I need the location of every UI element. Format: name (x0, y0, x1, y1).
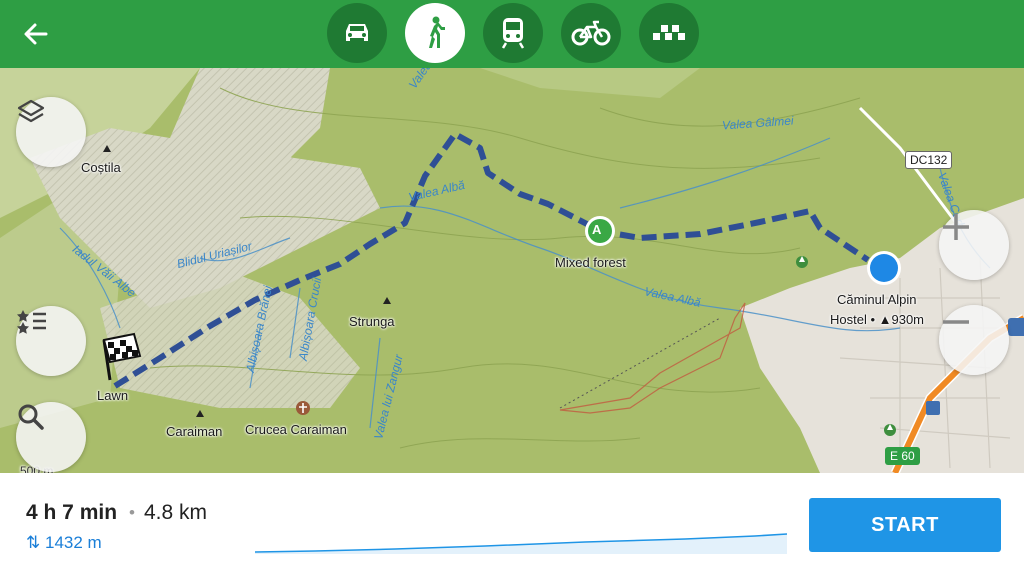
taxi-checkers-icon (653, 25, 685, 40)
start-navigation-button[interactable]: START (809, 498, 1001, 552)
route-elevation: ⇅ 1432 m (26, 533, 102, 553)
car-icon (346, 24, 368, 41)
map-layers-button[interactable] (16, 97, 86, 167)
arrow-left-icon (24, 23, 48, 45)
mode-walk-button[interactable] (405, 3, 465, 63)
map-view[interactable]: Coștila Strunga Caraiman Crucea Caraiman… (0, 68, 1024, 473)
bus-stop-icon (1008, 318, 1024, 336)
place-label-lawn: Lawn (97, 388, 129, 403)
walking-person-icon (429, 16, 445, 48)
map-canvas (0, 68, 1024, 473)
bicycle-icon (571, 20, 611, 46)
poi-list-button[interactable] (16, 306, 86, 376)
place-label-hostel-name: Căminul Alpin (837, 292, 917, 307)
layers-icon (17, 99, 45, 123)
zoom-in-button[interactable] (939, 210, 1009, 280)
waypoint-letter: A (592, 222, 602, 237)
transport-mode-bar (0, 0, 1024, 68)
back-button[interactable] (14, 14, 58, 54)
star-list-icon (17, 310, 46, 334)
route-duration: 4 h 7 min (26, 501, 118, 524)
road-badge-e60: E 60 (885, 447, 920, 465)
summary-separator: • (129, 503, 135, 522)
plus-icon (943, 214, 969, 240)
place-label-costila: Coștila (81, 160, 121, 175)
elevation-arrows-icon: ⇅ (26, 533, 41, 552)
mode-bicycle-button[interactable] (561, 3, 621, 63)
route-distance: 4.8 km (144, 501, 208, 524)
elevation-profile-chart[interactable] (255, 528, 787, 554)
train-station-icon (926, 401, 940, 415)
mode-car-button[interactable] (327, 3, 387, 63)
place-label-hostel-elevation: Hostel • ▲930m (830, 312, 925, 327)
mode-transit-button[interactable] (483, 3, 543, 63)
meadow-area (480, 68, 700, 98)
route-summary-panel: 4 h 7 min • 4.8 km ⇅ 1432 m START (0, 473, 1024, 578)
map-search-button[interactable] (16, 402, 86, 472)
place-label-strunga: Strunga (349, 314, 395, 329)
place-label-caraiman: Caraiman (166, 424, 223, 439)
tram-icon (501, 18, 525, 49)
peak-marker (383, 297, 391, 304)
elevation-value: 1432 m (44, 533, 102, 552)
minus-icon (943, 320, 969, 324)
zoom-out-button[interactable] (939, 305, 1009, 375)
place-label-crucea-caraiman: Crucea Caraiman (245, 422, 347, 437)
road-badge-dc132: DC132 (905, 151, 953, 169)
place-label-mixed-forest: Mixed forest (555, 255, 626, 270)
peak-marker (196, 410, 204, 417)
mode-taxi-button[interactable] (639, 3, 699, 63)
search-icon (18, 404, 44, 430)
